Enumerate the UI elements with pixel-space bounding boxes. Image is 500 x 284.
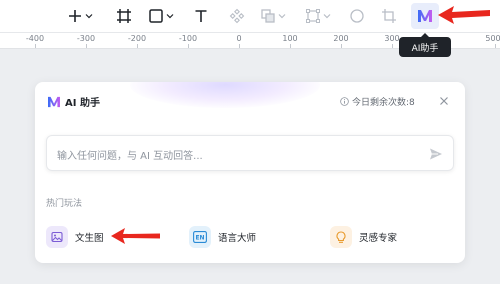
crop-button[interactable]: [381, 6, 397, 26]
image-icon: [46, 226, 68, 248]
chevron-down-icon: [85, 14, 93, 19]
svg-text:EN: EN: [195, 235, 204, 242]
ai-logo-icon: [48, 96, 60, 108]
annotation-arrow: [438, 6, 490, 24]
feature-inspiration-expert[interactable]: 灵感专家: [330, 225, 397, 249]
component-icon: [229, 8, 245, 24]
header-glow: [130, 82, 320, 108]
ruler-tick: [137, 44, 138, 48]
chevron-down-icon: [323, 14, 331, 19]
ai-assistant-panel: AI 助手 今日剩余次数:8 输入任何问题，与 AI 互动回答... 热门玩法 …: [35, 82, 465, 263]
ruler-tick: [35, 44, 36, 48]
chevron-down-icon: [278, 14, 286, 19]
ruler-label: 500: [485, 34, 500, 43]
close-icon[interactable]: [438, 95, 450, 107]
text-button[interactable]: [193, 6, 209, 26]
annotation-arrow: [111, 228, 160, 244]
ruler-label: 200: [333, 34, 349, 43]
ruler-label: -400: [25, 34, 45, 43]
crop-icon: [382, 9, 396, 23]
add-icon: [69, 10, 81, 22]
lightbulb-icon: [330, 226, 352, 248]
hot-features-label: 热门玩法: [46, 199, 83, 209]
ai-question-input[interactable]: 输入任何问题，与 AI 互动回答...: [46, 135, 454, 171]
panel-title: AI 助手: [65, 98, 100, 109]
frame-icon: [117, 9, 131, 23]
vector-icon: [306, 9, 320, 23]
tooltip-label: AI助手: [411, 43, 439, 54]
chevron-down-icon: [166, 14, 174, 19]
ruler-tick: [239, 44, 240, 48]
ruler-tick: [392, 44, 393, 48]
ellipse-icon: [350, 9, 364, 23]
boolean-icon: [261, 9, 275, 23]
send-icon[interactable]: [429, 147, 443, 161]
ruler-label: 300: [384, 34, 400, 43]
input-placeholder: 输入任何问题，与 AI 互动回答...: [57, 151, 203, 162]
ruler-tick: [188, 44, 189, 48]
en-icon: EN: [189, 226, 211, 248]
info-icon: [340, 97, 349, 106]
text-icon: [195, 10, 207, 22]
ruler-tick: [86, 44, 87, 48]
toolbar: [0, 0, 500, 32]
ruler-label: 100: [282, 34, 298, 43]
ruler-label: -100: [178, 34, 198, 43]
component-button[interactable]: [229, 6, 245, 26]
frame-button[interactable]: [116, 6, 132, 26]
ruler-label: -300: [76, 34, 96, 43]
ruler-label: -200: [127, 34, 147, 43]
feature-language-master[interactable]: EN 语言大师: [189, 225, 256, 249]
feature-label: 语言大师: [218, 233, 257, 244]
ai-assistant-icon: [418, 10, 432, 22]
ai-assistant-tooltip: AI助手: [399, 33, 451, 57]
feature-label: 灵感专家: [359, 233, 398, 244]
remaining-count: 今日剩余次数:8: [352, 98, 415, 108]
vector-button[interactable]: [305, 6, 331, 26]
boolean-button[interactable]: [260, 6, 286, 26]
feature-text-to-image[interactable]: 文生图: [46, 225, 104, 249]
rectangle-button[interactable]: [148, 6, 174, 26]
add-button[interactable]: [67, 6, 93, 26]
ruler-label: 0: [236, 34, 242, 43]
ai-assistant-button[interactable]: [411, 3, 439, 29]
ellipse-button[interactable]: [349, 6, 365, 26]
ruler-tick: [495, 44, 496, 48]
ruler-tick: [290, 44, 291, 48]
feature-label: 文生图: [75, 233, 104, 244]
ruler-tick: [341, 44, 342, 48]
rectangle-icon: [149, 9, 163, 23]
